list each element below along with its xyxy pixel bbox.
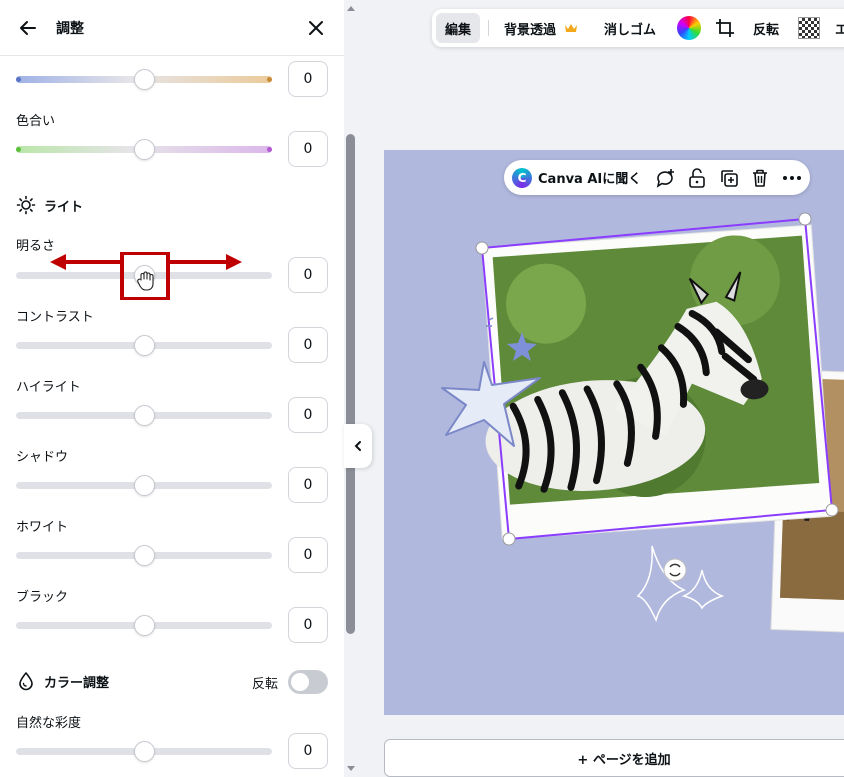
edit-button[interactable]: 編集 — [436, 13, 481, 43]
color-wheel-icon — [677, 16, 701, 40]
blacks-value-input[interactable]: 0 — [288, 607, 328, 643]
vibrance-slider-thumb[interactable] — [134, 741, 155, 762]
highlights-slider-thumb[interactable] — [134, 405, 155, 426]
invert-label: 反転 — [252, 677, 279, 692]
tint-label: 色合い — [16, 114, 56, 129]
blacks-slider-thumb[interactable] — [134, 615, 155, 636]
crop-icon — [716, 19, 734, 37]
temperature-slider-thumb[interactable] — [134, 69, 155, 90]
bg-remove-button[interactable]: 背景透過 — [504, 9, 578, 47]
brightness-label: 明るさ — [16, 239, 56, 254]
tint-slider-thumb[interactable] — [134, 139, 155, 160]
shadows-value-input[interactable]: 0 — [288, 467, 328, 503]
ask-canva-ai-button[interactable]: C Canva AIに聞く — [512, 160, 641, 195]
toolbar-divider — [488, 20, 489, 36]
left-arrow-icon — [50, 254, 122, 270]
whites-slider-thumb[interactable] — [134, 545, 155, 566]
track-end-dot — [267, 147, 272, 152]
transparency-icon — [798, 17, 820, 39]
scroll-up-icon[interactable] — [346, 3, 356, 13]
shadows-label: シャドウ — [16, 450, 69, 465]
chevron-left-icon — [354, 441, 361, 451]
ask-ai-label: Canva AIに聞く — [538, 172, 642, 187]
blacks-label: ブラック — [16, 590, 69, 605]
panel-title: 調整 — [56, 21, 84, 37]
rotate-handle — [663, 558, 687, 582]
toggle-knob — [291, 673, 309, 691]
element-context-bar: C Canva AIに聞く — [504, 160, 810, 195]
whites-label: ホワイト — [16, 520, 69, 535]
unlock-icon[interactable] — [686, 167, 708, 189]
contrast-slider-thumb[interactable] — [134, 335, 155, 356]
transparency-button[interactable] — [798, 9, 820, 47]
back-arrow-icon[interactable] — [16, 16, 40, 40]
right-arrow-icon — [170, 254, 242, 270]
collapse-panel-button[interactable] — [344, 424, 372, 468]
crop-button[interactable] — [715, 9, 735, 47]
panel-header: 調整 — [0, 0, 344, 56]
track-end-dot — [267, 77, 272, 82]
scroll-down-icon[interactable] — [346, 764, 356, 774]
color-wheel-button[interactable] — [677, 9, 701, 47]
trash-icon[interactable] — [749, 167, 771, 189]
invert-toggle[interactable] — [288, 670, 328, 694]
vibrance-value-input[interactable]: 0 — [288, 733, 328, 769]
sparkle-doodle — [636, 545, 725, 623]
flip-button[interactable]: 反転 — [753, 9, 779, 47]
panel-scrollbar-thumb[interactable] — [346, 134, 355, 634]
contrast-label: コントラスト — [16, 310, 94, 325]
crown-icon — [565, 24, 578, 32]
image-toolbar: 編集 背景透過 消しゴム 反転 エ — [432, 9, 844, 47]
light-section-label: ライト — [44, 199, 84, 215]
adjust-panel: 調整 0 色合い 0 ライト 明るさ 0 コントラスト 0 ハイライト 0 シャ… — [0, 0, 344, 777]
tint-value-input[interactable]: 0 — [288, 131, 328, 167]
color-section-label: カラー調整 — [44, 675, 110, 691]
brightness-slider-thumb[interactable] — [134, 265, 155, 286]
eraser-button[interactable]: 消しゴム — [604, 9, 656, 47]
add-page-button[interactable]: + ページを追加 — [384, 739, 844, 777]
track-start-dot — [16, 77, 21, 82]
vibrance-label: 自然な彩度 — [16, 716, 82, 731]
droplet-icon — [19, 672, 33, 691]
close-icon[interactable] — [304, 16, 328, 40]
temperature-value-input[interactable]: 0 — [288, 61, 328, 97]
shadows-slider-thumb[interactable] — [134, 475, 155, 496]
whites-value-input[interactable]: 0 — [288, 537, 328, 573]
highlights-value-input[interactable]: 0 — [288, 397, 328, 433]
duplicate-icon[interactable] — [718, 167, 740, 189]
highlights-label: ハイライト — [16, 380, 81, 395]
light-section-title: ライト — [16, 195, 83, 215]
canvas-art — [441, 212, 844, 633]
contrast-value-input[interactable]: 0 — [288, 327, 328, 363]
color-section-title: カラー調整 — [16, 671, 109, 691]
canva-ai-logo-icon: C — [512, 167, 532, 188]
bg-remove-label: 背景透過 — [504, 22, 557, 38]
comment-add-icon[interactable] — [654, 167, 676, 189]
track-start-dot — [16, 147, 21, 152]
brightness-value-input[interactable]: 0 — [288, 257, 328, 293]
more-toolbar-button[interactable]: エ — [835, 9, 844, 47]
design-canvas[interactable] — [384, 150, 844, 715]
more-options-icon[interactable] — [781, 167, 803, 189]
sun-icon — [16, 195, 36, 215]
